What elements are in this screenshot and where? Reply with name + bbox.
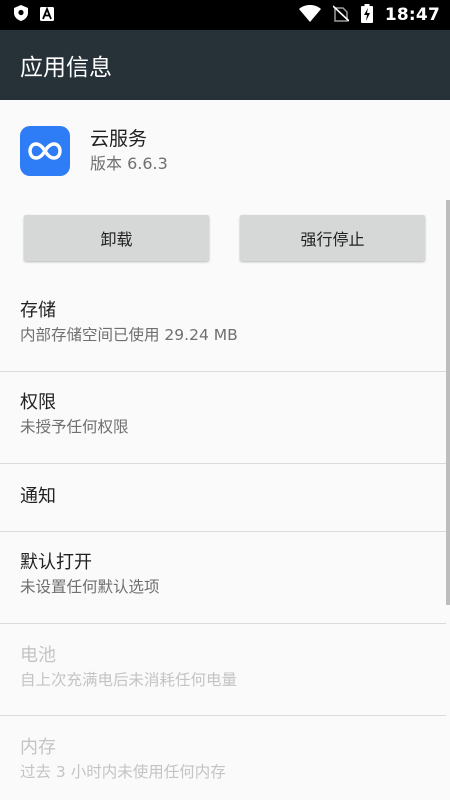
settings-row-notifications[interactable]: 通知 [0,484,446,510]
row-summary: 过去 3 小时内未使用任何内存 [20,763,226,781]
shield-icon [14,5,28,25]
app-name: 云服务 [90,128,148,150]
row-title: 电池 [20,645,56,666]
divider [0,463,446,464]
settings-row-storage[interactable]: 存储 内部存储空间已使用 29.24 MB [0,298,446,346]
infinity-icon [28,142,62,160]
row-title: 存储 [20,300,56,321]
row-title: 内存 [20,737,56,758]
battery-charging-icon [360,3,373,27]
divider [0,371,446,372]
divider [0,623,446,624]
status-bar: 18:47 [0,0,450,30]
a-letter-icon [40,6,54,25]
app-info-content: 云服务 版本 6.6.3 卸载 强行停止 存储 内部存储空间已使用 29.24 … [0,100,450,800]
row-summary: 未授予任何权限 [20,418,129,436]
row-title: 通知 [20,486,56,507]
wifi-icon [298,4,321,26]
uninstall-button[interactable]: 卸载 [24,215,209,261]
scrollbar[interactable] [446,200,450,605]
page-title: 应用信息 [20,55,112,81]
status-bar-right: 18:47 [298,3,440,27]
force-stop-button[interactable]: 强行停止 [240,215,425,261]
settings-row-battery: 电池 自上次充满电后未消耗任何电量 [0,643,446,691]
divider [0,531,446,532]
app-version: 版本 6.6.3 [90,154,168,173]
app-bar: 应用信息 [0,30,450,100]
row-title: 默认打开 [20,552,92,573]
status-bar-left [14,5,54,25]
settings-row-permissions[interactable]: 权限 未授予任何权限 [0,390,446,438]
row-summary: 自上次充满电后未消耗任何电量 [20,671,238,689]
divider [0,715,446,716]
app-texts: 云服务 版本 6.6.3 [90,126,168,176]
settings-row-memory: 内存 过去 3 小时内未使用任何内存 [0,735,446,783]
app-header: 云服务 版本 6.6.3 [20,126,168,176]
settings-row-open-by-default[interactable]: 默认打开 未设置任何默认选项 [0,550,446,598]
cloud-service-app-icon [20,126,70,176]
row-summary: 内部存储空间已使用 29.24 MB [20,326,238,344]
row-summary: 未设置任何默认选项 [20,578,160,596]
status-time: 18:47 [384,5,440,25]
row-title: 权限 [20,392,56,413]
no-sim-icon [332,4,350,26]
